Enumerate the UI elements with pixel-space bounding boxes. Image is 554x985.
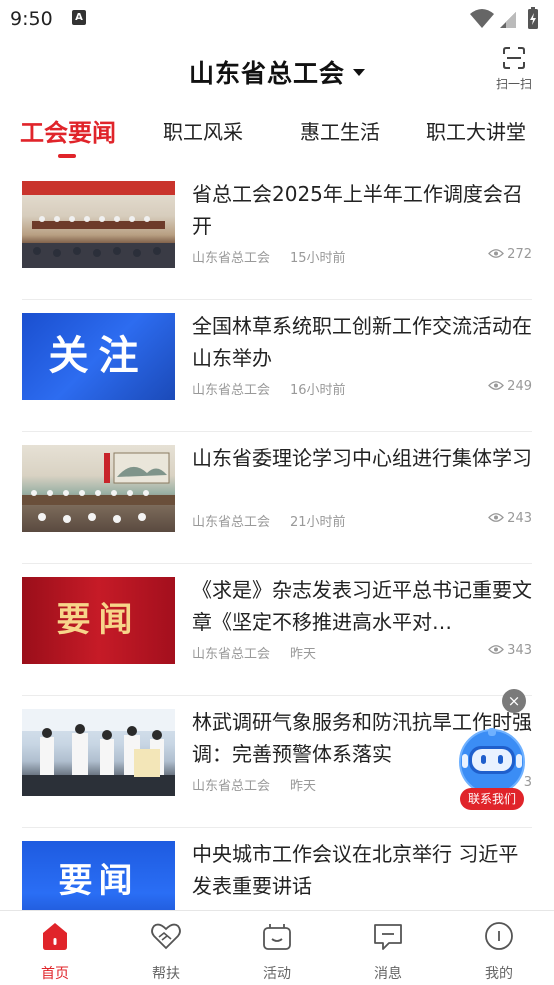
nav-activity[interactable]: 活动 [242, 919, 312, 983]
news-views: 243 [488, 511, 532, 526]
robot-icon [459, 728, 525, 795]
tab-union-news[interactable]: 工会要闻 [20, 113, 116, 148]
news-time: 15小时前 [290, 251, 346, 266]
nav-profile[interactable]: 我的 [464, 919, 534, 983]
news-time: 昨天 [290, 779, 317, 794]
news-views: 272 [488, 247, 532, 262]
status-bar: 9:50 A [0, 0, 554, 38]
scan-label: 扫一扫 [495, 77, 532, 91]
news-thumbnail [22, 181, 175, 268]
header: 山东省总工会 扫一扫 [0, 40, 554, 100]
message-icon [374, 924, 402, 950]
nav-label: 首页 [41, 966, 69, 982]
news-thumbnail: 关注 [22, 313, 175, 400]
eye-icon [488, 249, 505, 258]
view-count: 243 [507, 511, 532, 526]
news-time: 昨天 [290, 647, 317, 662]
nav-help[interactable]: 帮扶 [131, 919, 201, 983]
news-item[interactable]: 省总工会2025年上半年工作调度会召开 山东省总工会 15小时前 272 [22, 168, 532, 300]
org-selector[interactable]: 山东省总工会 [0, 54, 554, 90]
nav-home[interactable]: 首页 [20, 919, 90, 983]
view-count: 343 [507, 643, 532, 658]
nav-label: 活动 [263, 966, 291, 982]
news-source: 山东省总工会 [192, 647, 271, 662]
news-views: 249 [488, 379, 532, 394]
news-meta: 山东省总工会 昨天 [192, 775, 316, 794]
news-item[interactable]: 要闻 中央城市工作会议在北京举行 习近平发表重要讲话 [22, 828, 532, 910]
news-thumbnail: 要闻 [22, 841, 175, 910]
signal-battery-icons [470, 7, 538, 29]
news-item[interactable]: 山东省委理论学习中心组进行集体学习 山东省总工会 21小时前 243 [22, 432, 532, 564]
home-icon [43, 923, 67, 950]
tab-worker-lecture[interactable]: 职工大讲堂 [426, 116, 526, 145]
profile-icon [485, 922, 513, 950]
close-float-button[interactable]: × [502, 689, 526, 713]
news-thumbnail [22, 445, 175, 532]
tab-worker-style[interactable]: 职工风采 [163, 116, 243, 145]
news-source: 山东省总工会 [192, 779, 271, 794]
news-views: 343 [488, 643, 532, 658]
nav-label: 我的 [485, 966, 513, 982]
news-meta: 山东省总工会 15小时前 [192, 247, 346, 266]
news-meta: 山东省总工会 21小时前 [192, 511, 346, 530]
news-source: 山东省总工会 [192, 251, 271, 266]
news-meta: 山东省总工会 昨天 [192, 643, 316, 662]
news-meta: 山东省总工会 16小时前 [192, 379, 346, 398]
contact-us-label: 联系我们 [460, 788, 524, 810]
news-source: 山东省总工会 [192, 515, 271, 530]
news-title: 省总工会2025年上半年工作调度会召开 [192, 182, 523, 238]
nav-label: 帮扶 [152, 966, 180, 982]
active-tab-indicator [58, 154, 76, 158]
nav-messages[interactable]: 消息 [353, 919, 423, 983]
news-item[interactable]: 关注 全国林草系统职工创新工作交流活动在山东举办 山东省总工会 16小时前 249 [22, 300, 532, 432]
news-title: 山东省委理论学习中心组进行集体学习 [192, 446, 532, 470]
category-tabs: 工会要闻 职工风采 惠工生活 职工大讲堂 [0, 110, 554, 160]
bottom-nav: 首页 帮扶 活动 消息 我的 [0, 910, 554, 985]
view-count: 249 [507, 379, 532, 394]
news-title: 全国林草系统职工创新工作交流活动在山东举办 [192, 314, 532, 370]
news-time: 21小时前 [290, 515, 346, 530]
news-title: 《求是》杂志发表习近平总书记重要文章《坚定不移推进高水平对… [192, 578, 532, 634]
news-thumbnail [22, 709, 175, 796]
caret-down-icon [353, 68, 365, 76]
eye-icon [488, 645, 505, 654]
news-source: 山东省总工会 [192, 383, 271, 398]
view-count: 272 [507, 247, 532, 262]
scan-button[interactable]: 扫一扫 [492, 46, 536, 96]
scan-icon [503, 47, 525, 69]
heart-hand-icon [151, 923, 181, 950]
tab-worker-life[interactable]: 惠工生活 [300, 116, 380, 145]
notification-icon: A [72, 10, 86, 25]
news-thumbnail: 要闻 [22, 577, 175, 664]
activity-icon [263, 924, 291, 950]
status-time: 9:50 [10, 8, 53, 30]
eye-icon [488, 513, 505, 522]
news-time: 16小时前 [290, 383, 346, 398]
news-title: 中央城市工作会议在北京举行 习近平发表重要讲话 [192, 842, 519, 898]
nav-label: 消息 [374, 966, 402, 982]
page-title: 山东省总工会 [188, 59, 345, 88]
news-item[interactable]: 要闻 《求是》杂志发表习近平总书记重要文章《坚定不移推进高水平对… 山东省总工会… [22, 564, 532, 696]
contact-us-button[interactable]: 联系我们 [452, 726, 532, 812]
eye-icon [488, 381, 505, 390]
